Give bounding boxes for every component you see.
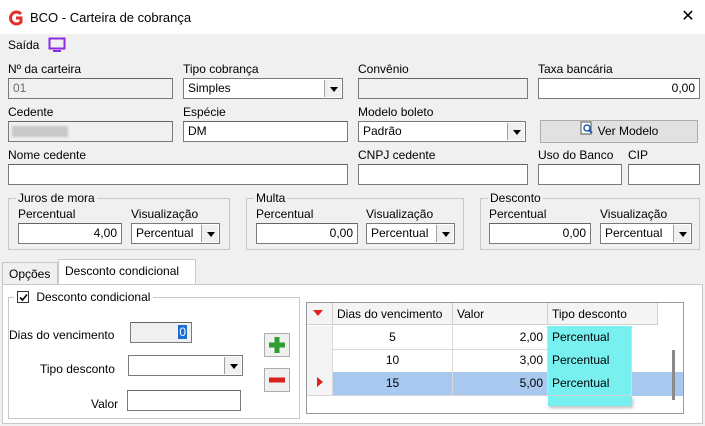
window-title: BCO - Carteira de cobrança bbox=[30, 10, 192, 25]
desconto-pct-label: Percentual bbox=[489, 207, 547, 221]
grid-cell-tipo-selected[interactable]: Percentual bbox=[548, 372, 632, 396]
row-indicator[interactable] bbox=[307, 326, 333, 350]
taxa-label: Taxa bancária bbox=[538, 62, 613, 76]
nome-cedente-label: Nome cedente bbox=[8, 148, 87, 162]
redacted-value bbox=[12, 126, 68, 137]
chevron-down-icon[interactable] bbox=[673, 225, 690, 242]
cnpj-label: CNPJ cedente bbox=[358, 148, 436, 162]
dias-field[interactable]: 0 bbox=[130, 322, 192, 343]
grid-cell-valor-selected[interactable]: 5,00 bbox=[453, 372, 548, 396]
nome-cedente-field[interactable] bbox=[8, 164, 348, 185]
multa-pct-field[interactable]: 0,00 bbox=[256, 223, 358, 244]
ver-modelo-button[interactable]: Ver Modelo bbox=[540, 120, 698, 143]
chevron-down-icon[interactable] bbox=[224, 357, 241, 374]
desconto-title: Desconto bbox=[488, 191, 543, 205]
taxa-field[interactable]: 0,00 bbox=[538, 78, 700, 99]
grid-header-valor[interactable]: Valor bbox=[453, 303, 548, 325]
juros-vis-select[interactable]: Percentual bbox=[131, 223, 220, 244]
multa-vis-value: Percentual bbox=[371, 226, 429, 240]
multa-title: Multa bbox=[254, 191, 288, 205]
condicional-checkbox-label: Desconto condicional bbox=[36, 290, 151, 304]
chevron-down-icon[interactable] bbox=[201, 225, 218, 242]
desconto-vis-select[interactable]: Percentual bbox=[600, 223, 692, 244]
desconto-vis-value: Percentual bbox=[605, 226, 663, 240]
cedente-field[interactable] bbox=[8, 121, 173, 142]
chevron-down-icon[interactable] bbox=[324, 80, 341, 97]
selected-row-fill bbox=[632, 372, 683, 396]
modelo-select[interactable]: Padrão bbox=[358, 121, 526, 142]
valor-field[interactable] bbox=[127, 390, 241, 411]
juros-pct-label: Percentual bbox=[18, 207, 76, 221]
remove-button[interactable] bbox=[264, 368, 290, 392]
grid-cell-dias[interactable]: 5 bbox=[333, 326, 453, 350]
cedente-label: Cedente bbox=[8, 105, 54, 119]
checkbox-checked-icon[interactable] bbox=[17, 291, 29, 303]
cip-field[interactable] bbox=[628, 164, 700, 185]
chevron-down-icon[interactable] bbox=[507, 123, 524, 140]
plus-icon bbox=[269, 337, 285, 353]
juros-title: Juros de mora bbox=[16, 191, 97, 205]
valor-label: Valor bbox=[91, 397, 119, 411]
desconto-vis-label: Visualização bbox=[600, 207, 668, 221]
tipo-desconto-select[interactable] bbox=[128, 355, 243, 376]
chevron-down-icon[interactable] bbox=[436, 225, 453, 242]
tipo-cobranca-value: Simples bbox=[188, 81, 231, 95]
tab-desconto-condicional[interactable]: Desconto condicional bbox=[58, 259, 196, 284]
minus-icon bbox=[269, 377, 285, 383]
app-logo-icon bbox=[8, 10, 24, 26]
grid-header-dias[interactable]: Dias do vencimento bbox=[333, 303, 453, 325]
exit-label[interactable]: Saída bbox=[8, 38, 39, 52]
magnifier-icon bbox=[580, 121, 594, 142]
sort-down-icon bbox=[313, 310, 323, 316]
tipo-cobranca-label: Tipo cobrança bbox=[183, 62, 259, 76]
dias-label: Dias do vencimento bbox=[9, 328, 115, 342]
convenio-label: Convênio bbox=[358, 62, 409, 76]
cip-label: CIP bbox=[628, 148, 649, 162]
grid-cell-valor[interactable]: 3,00 bbox=[453, 349, 548, 373]
uso-banco-label: Uso do Banco bbox=[538, 148, 614, 162]
current-row-arrow-icon bbox=[317, 377, 323, 387]
especie-field[interactable]: DM bbox=[183, 121, 348, 142]
grid-cell-dias-selected[interactable]: 15 bbox=[333, 372, 453, 396]
cnpj-field[interactable] bbox=[358, 164, 528, 185]
especie-label: Espécie bbox=[183, 105, 226, 119]
multa-vis-label: Visualização bbox=[366, 207, 434, 221]
row-indicator[interactable] bbox=[307, 349, 333, 373]
condicional-checkbox[interactable]: Desconto condicional bbox=[14, 290, 154, 305]
grid-header-tipo[interactable]: Tipo desconto bbox=[548, 303, 658, 325]
grid-cell-dias[interactable]: 10 bbox=[333, 349, 453, 373]
grid-cell-tipo[interactable]: Percentual bbox=[548, 326, 632, 350]
row-indicator-current[interactable] bbox=[307, 372, 333, 396]
juros-vis-value: Percentual bbox=[136, 226, 194, 240]
numero-label: Nº da carteira bbox=[8, 62, 82, 76]
grid-cell-valor[interactable]: 2,00 bbox=[453, 326, 548, 350]
ver-modelo-label: Ver Modelo bbox=[597, 124, 659, 138]
juros-vis-label: Visualização bbox=[131, 207, 199, 221]
tab-opcoes[interactable]: Opções bbox=[2, 262, 58, 284]
multa-pct-label: Percentual bbox=[256, 207, 314, 221]
tipo-desconto-label: Tipo desconto bbox=[40, 362, 115, 376]
monitor-icon[interactable] bbox=[48, 37, 66, 53]
dias-value: 0 bbox=[178, 325, 187, 339]
desconto-pct-field[interactable]: 0,00 bbox=[489, 223, 591, 244]
grid-cell-tipo[interactable]: Percentual bbox=[548, 349, 632, 373]
uso-banco-field[interactable] bbox=[538, 164, 622, 185]
modelo-value: Padrão bbox=[363, 124, 402, 138]
numero-field[interactable]: 01 bbox=[8, 78, 173, 99]
close-icon[interactable]: ✕ bbox=[676, 6, 700, 28]
juros-pct-field[interactable]: 4,00 bbox=[18, 223, 122, 244]
grid-scrollbar[interactable] bbox=[672, 350, 675, 400]
convenio-field[interactable] bbox=[358, 78, 528, 99]
tipo-cobranca-select[interactable]: Simples bbox=[183, 78, 343, 99]
modelo-label: Modelo boleto bbox=[358, 105, 434, 119]
tipo-dropdown-shadow bbox=[548, 396, 632, 406]
add-button[interactable] bbox=[264, 333, 290, 357]
multa-vis-select[interactable]: Percentual bbox=[366, 223, 455, 244]
grid-indicator-header[interactable] bbox=[307, 303, 333, 325]
